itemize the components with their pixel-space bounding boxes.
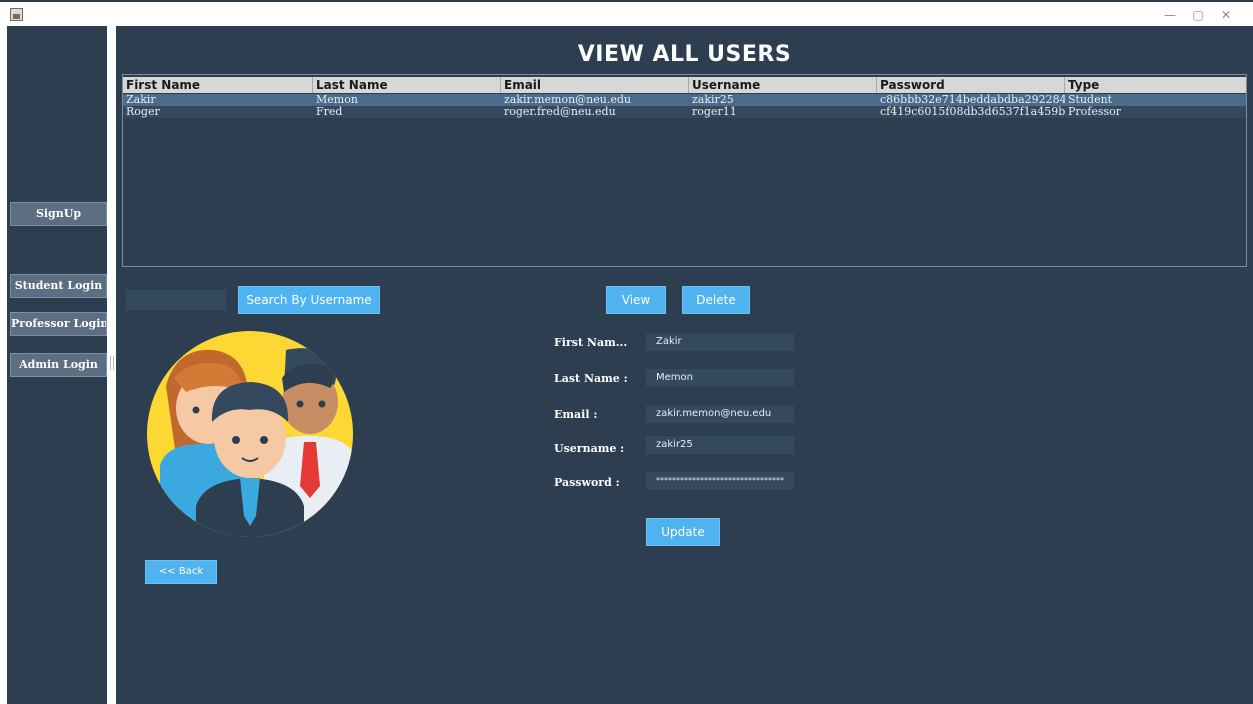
table-cell: cf419c6015f08db3d6537f1a459b... — [880, 106, 1065, 118]
window-left-edge — [0, 26, 7, 704]
email-field[interactable] — [646, 405, 794, 423]
column-header-first-name[interactable]: First Name — [123, 77, 313, 93]
minimize-icon[interactable]: — — [1158, 6, 1182, 24]
maximize-icon[interactable]: ▢ — [1186, 6, 1210, 24]
table-cell: Memon — [316, 94, 358, 106]
table-cell: Professor — [1068, 106, 1122, 118]
table-cell: Zakir — [126, 94, 156, 106]
users-table[interactable]: First Name Last Name Email Username Pass… — [122, 74, 1247, 267]
table-cell: c86bbb32e714beddabdba292284... — [880, 94, 1065, 106]
column-header-last-name[interactable]: Last Name — [313, 77, 501, 93]
column-header-username[interactable]: Username — [689, 77, 877, 93]
table-cell: zakir.memon@neu.edu — [504, 94, 631, 106]
table-cell: roger11 — [692, 106, 737, 118]
table-header: First Name Last Name Email Username Pass… — [123, 77, 1246, 93]
table-cell: roger.fred@neu.edu — [504, 106, 616, 118]
delete-button[interactable]: Delete — [682, 286, 750, 314]
users-group-illustration — [147, 331, 353, 537]
window-titlebar: — ▢ ✕ — [0, 0, 1253, 26]
column-header-type[interactable]: Type — [1065, 77, 1246, 93]
main-panel: VIEW ALL USERS First Name Last Name Emai… — [116, 26, 1253, 704]
username-label: Username : — [554, 442, 625, 455]
splitter-grip-icon[interactable] — [110, 356, 114, 370]
app-icon — [10, 8, 23, 21]
split-pane-divider[interactable] — [107, 26, 116, 704]
column-header-password[interactable]: Password — [877, 77, 1065, 93]
table-row[interactable]: Roger Fred roger.fred@neu.edu roger11 cf… — [123, 106, 1246, 118]
table-cell: zakir25 — [692, 94, 734, 106]
signup-button[interactable]: SignUp — [10, 202, 107, 226]
page-title: VIEW ALL USERS — [577, 42, 792, 67]
student-login-button[interactable]: Student Login — [10, 274, 107, 298]
update-button[interactable]: Update — [646, 518, 720, 546]
table-row[interactable]: Zakir Memon zakir.memon@neu.edu zakir25 … — [123, 94, 1246, 106]
password-label: Password : — [554, 476, 620, 489]
professor-login-button[interactable]: Professor Login — [10, 312, 107, 336]
search-username-input[interactable] — [126, 290, 226, 310]
first-name-label: First Nam... — [554, 336, 628, 349]
email-label: Email : — [554, 408, 598, 421]
username-field[interactable] — [646, 436, 794, 454]
view-button[interactable]: View — [606, 286, 666, 314]
search-by-username-button[interactable]: Search By Username — [238, 286, 380, 314]
admin-login-button[interactable]: Admin Login — [10, 353, 107, 377]
table-cell: Student — [1068, 94, 1113, 106]
table-cell: Roger — [126, 106, 160, 118]
column-header-email[interactable]: Email — [501, 77, 689, 93]
password-field[interactable] — [646, 472, 794, 490]
last-name-field[interactable] — [646, 369, 794, 387]
table-cell: Fred — [316, 106, 343, 118]
close-icon[interactable]: ✕ — [1214, 6, 1238, 24]
first-name-field[interactable] — [646, 333, 794, 351]
back-button[interactable]: << Back — [145, 560, 217, 584]
last-name-label: Last Name : — [554, 372, 628, 385]
